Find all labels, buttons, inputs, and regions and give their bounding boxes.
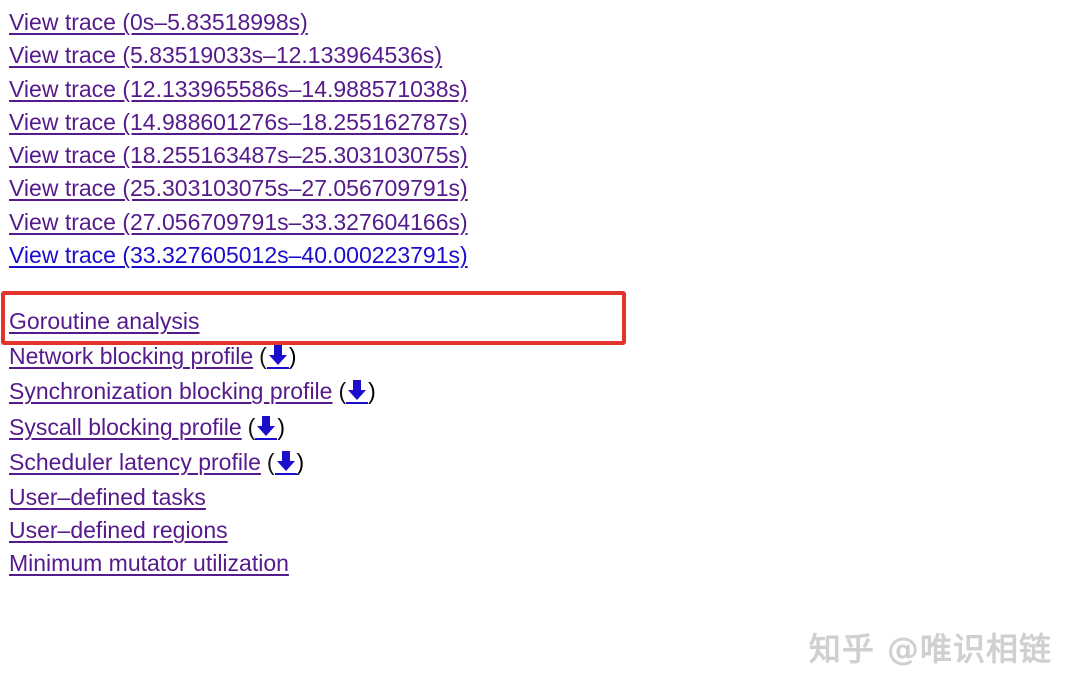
view-trace-link-8[interactable]: View trace (33.327605012s–40.000223791s) [9, 242, 468, 268]
sync-blocking-profile-link[interactable]: Synchronization blocking profile [9, 378, 332, 404]
analysis-item: Synchronization blocking profile() [9, 375, 376, 410]
analysis-item: Scheduler latency profile() [9, 446, 376, 481]
trace-item: View trace (18.255163487s–25.303103075s) [9, 140, 468, 173]
paren-open: ( [266, 448, 275, 475]
analysis-item: Minimum mutator utilization [9, 547, 376, 580]
trace-item: View trace (14.988601276s–18.255162787s) [9, 107, 468, 140]
download-arrow-icon [346, 378, 369, 405]
watermark: 知乎 @唯识相链 [808, 630, 1052, 668]
paren-open: ( [338, 378, 347, 405]
user-defined-tasks-link[interactable]: User–defined tasks [9, 484, 206, 510]
analysis-item: User–defined tasks [9, 481, 376, 514]
view-trace-link-2[interactable]: View trace (5.83519033s–12.133964536s) [9, 42, 442, 68]
trace-item: View trace (33.327605012s–40.000223791s) [9, 240, 468, 273]
syscall-blocking-profile-link[interactable]: Syscall blocking profile [9, 414, 242, 440]
syscall-download-link[interactable] [255, 414, 278, 440]
trace-item: View trace (12.133965586s–14.988571038s) [9, 74, 468, 107]
network-blocking-profile-link[interactable]: Network blocking profile [9, 343, 253, 369]
network-download-link[interactable] [266, 343, 289, 370]
trace-item: View trace (0s–5.83518998s) [9, 7, 468, 40]
goroutine-analysis-link[interactable]: Goroutine analysis [9, 308, 200, 334]
analysis-item: Syscall blocking profile() [9, 411, 376, 446]
trace-item: View trace (27.056709791s–33.327604166s) [9, 207, 468, 240]
view-trace-link-3[interactable]: View trace (12.133965586s–14.988571038s) [9, 76, 468, 102]
download-arrow-icon [274, 449, 297, 475]
view-trace-link-7[interactable]: View trace (27.056709791s–33.327604166s) [9, 209, 468, 235]
user-defined-regions-link[interactable]: User–defined regions [9, 517, 228, 543]
view-trace-link-6[interactable]: View trace (25.303103075s–27.056709791s) [9, 175, 468, 201]
view-trace-link-4[interactable]: View trace (14.988601276s–18.255162787s) [9, 109, 468, 135]
scheduler-download-link[interactable] [274, 449, 297, 475]
analysis-links: Goroutine analysis Network blocking prof… [9, 305, 376, 580]
scheduler-latency-profile-link[interactable]: Scheduler latency profile [9, 449, 261, 475]
view-trace-link-1[interactable]: View trace (0s–5.83518998s) [9, 9, 308, 35]
download-arrow-icon [266, 343, 289, 370]
trace-item: View trace (5.83519033s–12.133964536s) [9, 40, 468, 73]
paren-close: ) [277, 413, 286, 440]
paren-close: ) [296, 448, 305, 475]
paren-close: ) [288, 343, 297, 370]
trace-item: View trace (25.303103075s–27.056709791s) [9, 173, 468, 206]
view-trace-link-5[interactable]: View trace (18.255163487s–25.303103075s) [9, 142, 468, 168]
paren-close: ) [368, 378, 376, 405]
minimum-mutator-utilization-link[interactable]: Minimum mutator utilization [9, 550, 289, 576]
paren-open: ( [259, 343, 267, 370]
analysis-item: User–defined regions [9, 514, 376, 547]
trace-links: View trace (0s–5.83518998s) View trace (… [9, 7, 468, 273]
analysis-item: Network blocking profile() [9, 340, 376, 375]
sync-download-link[interactable] [346, 378, 369, 405]
analysis-item: Goroutine analysis [9, 305, 376, 340]
download-arrow-icon [255, 414, 278, 440]
